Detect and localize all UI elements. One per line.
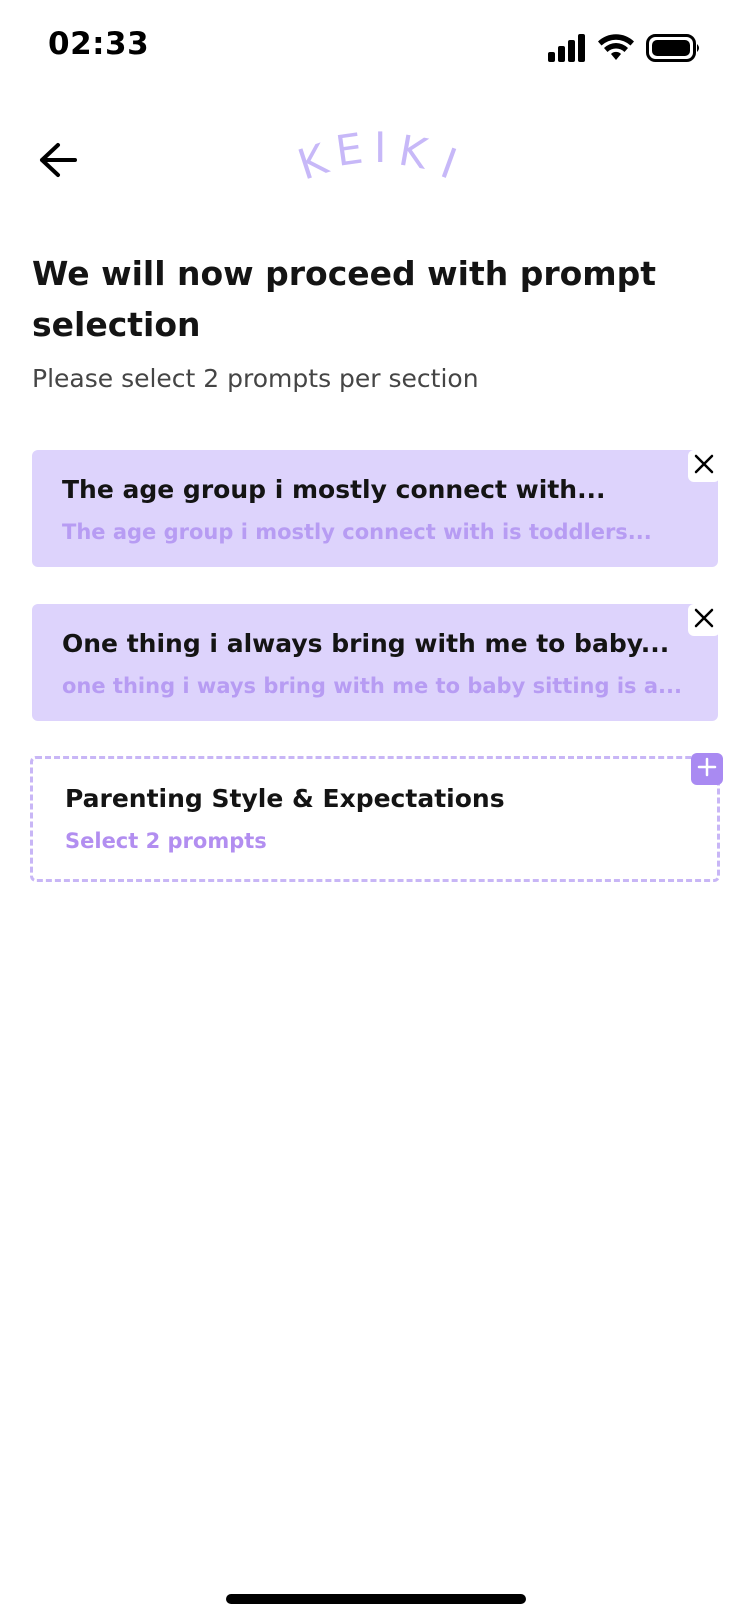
close-icon — [693, 607, 715, 633]
remove-prompt-button[interactable] — [688, 450, 720, 482]
page-subtitle: Please select 2 prompts per section — [32, 364, 479, 393]
prompt-section-card[interactable]: Parenting Style & Expectations Select 2 … — [30, 753, 723, 882]
prompt-answer: The age group i mostly connect with is t… — [62, 520, 652, 544]
status-bar: 02:33 — [0, 0, 750, 96]
add-prompt-button[interactable] — [691, 753, 723, 785]
status-time: 02:33 — [48, 26, 150, 62]
battery-icon — [646, 34, 702, 62]
prompt-answer: one thing i ways bring with me to baby s… — [62, 674, 682, 698]
remove-prompt-button[interactable] — [688, 604, 720, 636]
keiki-logo: K E I K I — [280, 120, 480, 210]
logo-letter: K — [292, 134, 335, 190]
selected-prompt-card[interactable]: The age group i mostly connect with... T… — [32, 450, 720, 567]
section-title: Parenting Style & Expectations — [65, 784, 505, 813]
plus-icon — [697, 757, 717, 781]
logo-letter: I — [435, 138, 463, 188]
selected-prompt-card[interactable]: One thing i always bring with me to baby… — [32, 604, 720, 721]
wifi-icon — [598, 34, 634, 62]
logo-letter: E — [333, 124, 366, 176]
back-button[interactable] — [32, 136, 84, 188]
arrow-left-icon — [38, 142, 78, 182]
close-icon — [693, 453, 715, 479]
home-indicator — [226, 1594, 526, 1604]
cellular-signal-icon — [548, 34, 586, 62]
logo-letter: I — [374, 123, 386, 172]
section-hint: Select 2 prompts — [65, 829, 267, 853]
prompt-title: One thing i always bring with me to baby… — [62, 629, 670, 658]
logo-letter: K — [395, 126, 432, 179]
page-title: We will now proceed with prompt selectio… — [32, 254, 657, 344]
prompt-title: The age group i mostly connect with... — [62, 475, 606, 504]
status-icons — [548, 34, 702, 62]
